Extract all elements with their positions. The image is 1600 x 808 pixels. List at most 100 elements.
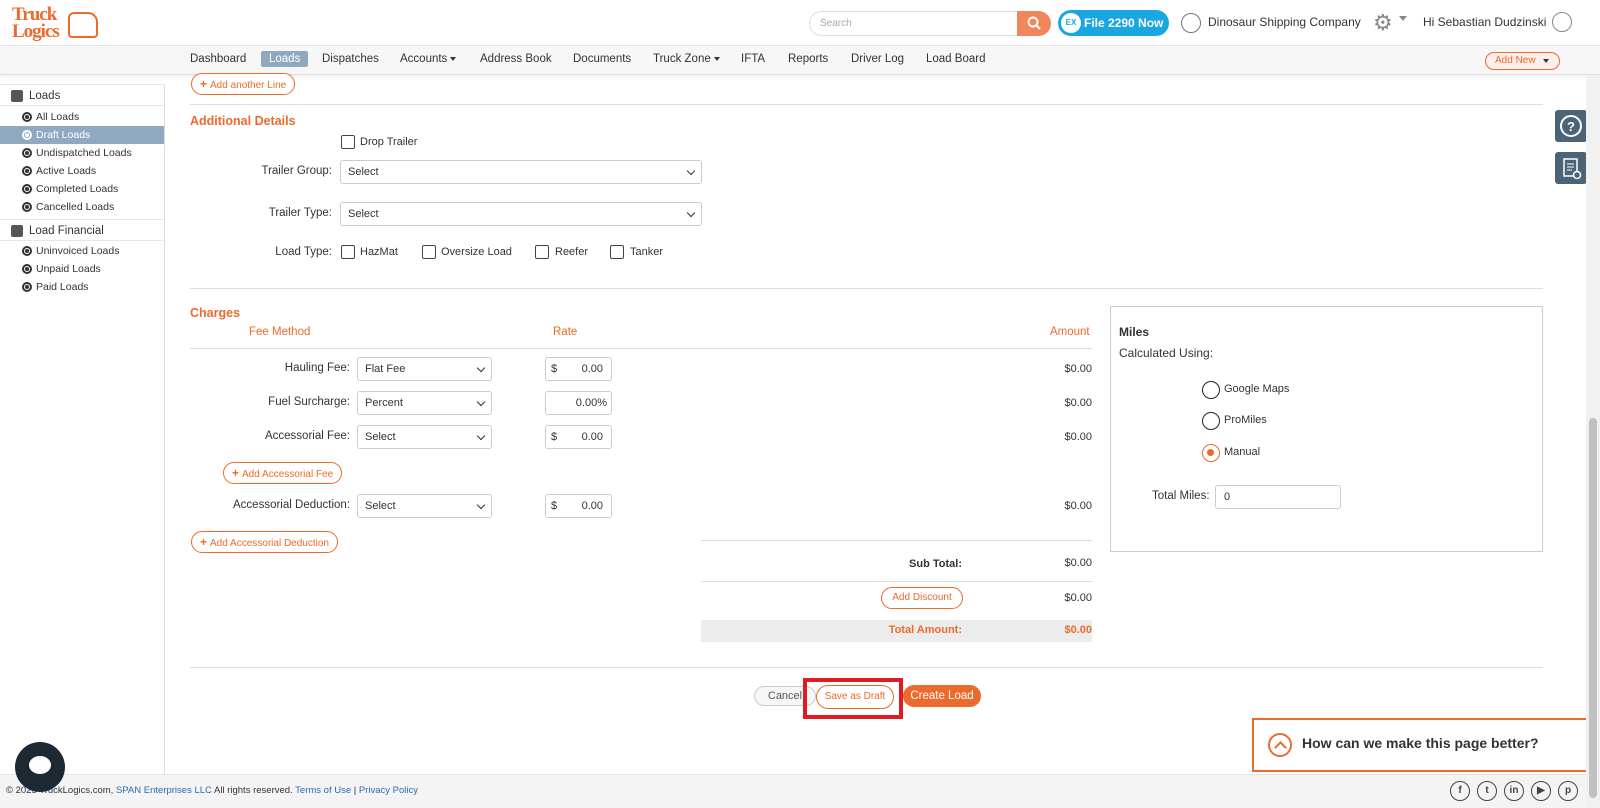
sidebar-item-completed-loads[interactable]: Completed Loads — [0, 180, 164, 198]
add-accessorial-deduction-button[interactable]: + Add Accessorial Deduction — [191, 531, 338, 553]
sidebar-item-undispatched-loads[interactable]: Undispatched Loads — [0, 144, 164, 162]
drop-trailer-checkbox[interactable] — [341, 135, 355, 149]
privacy-link[interactable]: Privacy Policy — [359, 785, 418, 796]
hauling-fee-method-select[interactable]: Flat Fee — [357, 357, 492, 381]
trucklogics-logo[interactable]: Truck Logics — [10, 4, 98, 42]
sidebar-item-paid-loads[interactable]: Paid Loads — [0, 278, 164, 296]
sidebar-item-uninvoiced-loads[interactable]: Uninvoiced Loads — [0, 242, 164, 260]
nav-loads[interactable]: Loads — [261, 51, 309, 67]
facebook-icon[interactable]: f — [1450, 781, 1470, 801]
create-load-button[interactable]: Create Load — [903, 685, 981, 707]
sidebar-item-label: Uninvoiced Loads — [36, 245, 120, 257]
nav-ifta[interactable]: IFTA — [741, 53, 765, 65]
nav-driver-log[interactable]: Driver Log — [851, 53, 904, 65]
total-miles-label: Total Miles: — [1152, 490, 1210, 502]
file-2290-button[interactable]: EX File 2290 Now — [1058, 10, 1169, 36]
chevron-down-icon — [476, 397, 486, 407]
fuel-surcharge-label: Fuel Surcharge: — [268, 396, 350, 408]
document-icon — [1563, 158, 1582, 180]
nav-dashboard[interactable]: Dashboard — [190, 53, 246, 65]
plus-icon: + — [200, 535, 208, 549]
radio-promiles[interactable] — [1202, 412, 1220, 430]
save-as-draft-button[interactable]: Save as Draft — [816, 685, 894, 709]
sidebar-item-label: Paid Loads — [36, 281, 89, 293]
sidebar-header-loads[interactable]: Loads — [0, 84, 165, 106]
accessorial-deduction-rate-input[interactable]: $0.00 — [545, 494, 612, 518]
trailer-type-value: Select — [348, 208, 379, 220]
terms-link[interactable]: Terms of Use — [295, 785, 351, 796]
radio-google-maps[interactable] — [1202, 381, 1220, 399]
hazmat-checkbox[interactable] — [341, 245, 355, 259]
user-avatar-icon[interactable] — [1552, 12, 1572, 32]
trailer-group-select[interactable]: Select — [340, 160, 702, 184]
add-new-label: Add New — [1495, 55, 1536, 66]
tanker-checkbox[interactable] — [610, 245, 624, 259]
total-miles-input[interactable]: 0 — [1215, 485, 1341, 509]
nav-reports[interactable]: Reports — [788, 53, 828, 65]
sidebar-item-unpaid-loads[interactable]: Unpaid Loads — [0, 260, 164, 278]
add-new-button[interactable]: Add New — [1485, 52, 1560, 70]
manual-label: Manual — [1224, 446, 1261, 458]
circle-dot-icon — [22, 282, 32, 292]
sidebar-item-label: Draft Loads — [36, 129, 91, 141]
accessorial-fee-method-select[interactable]: Select — [357, 425, 492, 449]
subtotal-value: $0.00 — [1064, 557, 1092, 569]
accessorial-fee-rate-input[interactable]: $0.00 — [545, 425, 612, 449]
accessorial-fee-rate-value: 0.00 — [581, 431, 603, 443]
sidebar-header-label: Loads — [29, 90, 61, 102]
help-button[interactable]: ? — [1555, 110, 1587, 142]
radio-manual[interactable] — [1202, 444, 1220, 462]
caret-down-icon — [1543, 59, 1549, 63]
add-discount-button[interactable]: Add Discount — [881, 587, 963, 609]
divider — [190, 348, 1092, 349]
add-accessorial-fee-button[interactable]: + Add Accessorial Fee — [223, 462, 343, 484]
gear-icon[interactable]: ⚙ — [1373, 11, 1393, 35]
company-name[interactable]: Dinosaur Shipping Company — [1208, 15, 1361, 29]
oversize-load-checkbox[interactable] — [422, 245, 436, 259]
nav-truck-zone[interactable]: Truck Zone — [653, 53, 720, 65]
nav-dispatches[interactable]: Dispatches — [322, 53, 379, 65]
accessorial-deduction-label: Accessorial Deduction: — [233, 499, 350, 511]
twitter-icon[interactable]: t — [1477, 781, 1497, 801]
chevron-down-icon — [686, 166, 696, 176]
nav-accounts[interactable]: Accounts — [400, 53, 457, 65]
circle-dot-icon — [22, 148, 32, 158]
total-amount-label: Total Amount: — [888, 624, 962, 636]
reefer-checkbox[interactable] — [535, 245, 549, 259]
circle-dot-icon — [22, 184, 32, 194]
search-button[interactable] — [1017, 11, 1051, 36]
sidebar-item-label: Completed Loads — [36, 183, 119, 195]
sidebar-item-cancelled-loads[interactable]: Cancelled Loads — [0, 198, 164, 216]
accessorial-fee-amount: $0.00 — [1064, 431, 1092, 443]
linkedin-icon[interactable]: in — [1504, 781, 1524, 801]
accessorial-deduction-amount: $0.00 — [1064, 500, 1092, 512]
fuel-surcharge-method-value: Percent — [365, 397, 403, 409]
youtube-icon[interactable]: ▶ — [1531, 781, 1551, 801]
hauling-fee-rate-input[interactable]: $0.00 — [545, 357, 612, 381]
divider — [190, 104, 1543, 105]
sidebar-item-all-loads[interactable]: All Loads — [0, 108, 164, 126]
nav-load-board[interactable]: Load Board — [926, 53, 985, 65]
chat-icon[interactable] — [15, 742, 65, 792]
user-greeting[interactable]: Hi Sebastian Dudzinski — [1423, 15, 1546, 29]
accessorial-deduction-method-select[interactable]: Select — [357, 494, 492, 518]
nav-address-book[interactable]: Address Book — [480, 53, 552, 65]
report-button[interactable] — [1555, 152, 1587, 184]
add-another-line-button[interactable]: + Add another Line — [191, 73, 296, 95]
nav-documents[interactable]: Documents — [573, 53, 631, 65]
circle-dot-icon — [22, 202, 32, 212]
sidebar-header-load-financial[interactable]: Load Financial — [0, 219, 165, 241]
sidebar-item-active-loads[interactable]: Active Loads — [0, 162, 164, 180]
sidebar-item-draft-loads[interactable]: Draft Loads — [0, 126, 164, 144]
fuel-surcharge-rate-input[interactable]: 0.00% — [545, 391, 612, 415]
fuel-surcharge-rate-value: 0.00% — [575, 397, 607, 409]
charges-title: Charges — [190, 306, 241, 320]
fuel-surcharge-method-select[interactable]: Percent — [357, 391, 492, 415]
trailer-type-select[interactable]: Select — [340, 202, 702, 226]
span-enterprises-link[interactable]: SPAN Enterprises LLC — [116, 785, 212, 796]
scrollbar-thumb[interactable] — [1589, 418, 1597, 798]
search-input[interactable]: Search — [809, 11, 1018, 36]
feedback-widget[interactable]: How can we make this page better? — [1252, 718, 1586, 772]
pinterest-icon[interactable]: p — [1558, 781, 1578, 801]
settings-caret-icon[interactable] — [1399, 16, 1407, 21]
